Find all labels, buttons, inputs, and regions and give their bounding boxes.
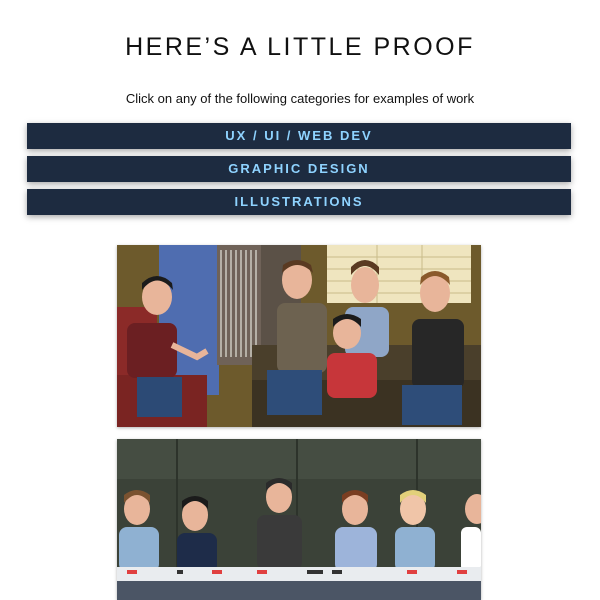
page-subtitle: Click on any of the following categories… <box>125 91 475 106</box>
category-button-graphic-design[interactable]: GRAPHIC DESIGN <box>27 156 571 182</box>
illustration-living-room[interactable] <box>117 245 481 427</box>
conference-table-illustration-art <box>117 439 481 600</box>
illustration-conference-table[interactable] <box>117 439 481 600</box>
living-room-illustration-art <box>117 245 481 427</box>
page-title: HERE’S A LITTLE PROOF <box>125 33 475 61</box>
category-button-ux-ui-web-dev[interactable]: UX / UI / WEB DEV <box>27 123 571 149</box>
category-button-illustrations[interactable]: ILLUSTRATIONS <box>27 189 571 215</box>
